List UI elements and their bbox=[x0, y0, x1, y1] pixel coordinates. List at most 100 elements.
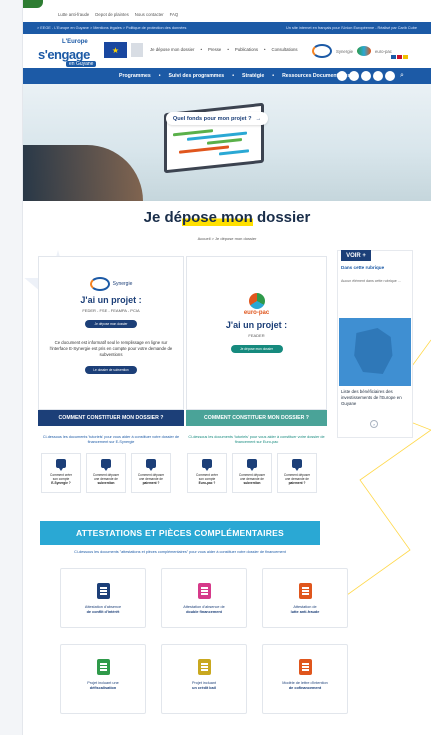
beneficiaries-link-text[interactable]: Liste des bénéficiaires des investisseme… bbox=[341, 389, 409, 407]
synergie-depose-button[interactable]: Je dépose mon dossier bbox=[85, 320, 137, 328]
voir-plus-badge[interactable]: VOIR + bbox=[341, 250, 371, 261]
flag-es-icon[interactable] bbox=[403, 55, 408, 59]
subnav-depose[interactable]: Je dépose mon dossier bbox=[150, 47, 194, 52]
search-icon[interactable]: ⌕ bbox=[397, 71, 407, 81]
chat-icon bbox=[202, 459, 212, 471]
attestation-card[interactable]: Projet incluant une défiscalisation bbox=[60, 644, 146, 714]
document-icon bbox=[96, 659, 110, 675]
top-link-faq[interactable]: FAQ bbox=[170, 12, 179, 17]
twitter-icon[interactable] bbox=[349, 71, 359, 81]
logo-line-2[interactable]: s'engage bbox=[38, 47, 90, 62]
nav-item-programmes[interactable]: Programmes bbox=[119, 73, 151, 79]
synergie-card-logo: Synergie bbox=[47, 277, 175, 291]
document-icon bbox=[197, 583, 211, 599]
tutorial-card[interactable]: Comment déposer une demande de paiement ? bbox=[131, 453, 171, 493]
attestation-label: Projet incluant une bbox=[87, 681, 119, 685]
tutorial-card[interactable]: Comment créer son compte E-Synergie ? bbox=[41, 453, 81, 493]
tutorial-label: E-Synergie ? bbox=[51, 481, 71, 486]
subnav-publications[interactable]: Publications bbox=[235, 47, 258, 52]
synergie-card-logo-label: Synergie bbox=[112, 281, 133, 287]
tutorial-card[interactable]: Comment déposer une demande de subvention bbox=[232, 453, 272, 493]
facebook-icon[interactable] bbox=[337, 71, 347, 81]
attestation-label: Attestation de bbox=[293, 605, 317, 609]
synergie-card: Synergie J'ai un projet : FEDER - FSE - … bbox=[38, 256, 184, 410]
partner-logos: Synergie euro-pac bbox=[312, 44, 392, 58]
subnav-consultations[interactable]: Consultations bbox=[272, 47, 298, 52]
chat-icon bbox=[247, 459, 257, 471]
europac-logo-label: euro-pac bbox=[374, 48, 392, 54]
tutorial-label: subvention bbox=[97, 481, 115, 486]
tutorial-card[interactable]: Comment déposer une demande de paiement ? bbox=[277, 453, 317, 493]
attestation-label: Attestation d'absence de bbox=[183, 605, 225, 609]
europac-depose-button[interactable]: Je dépose mon dossier bbox=[230, 345, 283, 353]
synergie-howto-band: COMMENT CONSTITUER MON DOSSIER ? bbox=[38, 410, 184, 426]
attestation-card[interactable]: Attestation de lutte anti-fraude bbox=[262, 568, 348, 628]
nav-sep: • bbox=[158, 73, 161, 79]
attestation-label: Modèle de lettre d'intention bbox=[282, 681, 328, 685]
europac-card-logo-label: euro-pac bbox=[243, 310, 270, 316]
top-link-plaintes[interactable]: Depot de plaintes bbox=[95, 12, 128, 17]
europac-tutorials: Comment créer son compte Euro-pac ? Commen… bbox=[187, 453, 317, 493]
utility-left-links[interactable]: > EEGE - L'Europe en Guyane > Mentions l… bbox=[37, 26, 186, 30]
linkedin-icon[interactable] bbox=[385, 71, 395, 81]
nav-item-strategie[interactable]: Stratégie bbox=[242, 73, 264, 79]
tutorial-card[interactable]: Comment créer son compte Euro-pac ? bbox=[187, 453, 227, 493]
chevron-right-icon[interactable]: › bbox=[370, 420, 378, 428]
attestation-card[interactable]: Projet incluant un crédit bail bbox=[161, 644, 247, 714]
utility-right-text: Un site internet en français pour l'Unio… bbox=[286, 26, 417, 30]
document-icon bbox=[298, 659, 312, 675]
nav-sep: • bbox=[272, 73, 275, 79]
subnav-sep: • bbox=[264, 47, 266, 52]
eu-flag-icon: ★ bbox=[104, 42, 127, 58]
tutorial-label: paiement ? bbox=[288, 481, 306, 486]
attestations-title: ATTESTATIONS ET PIÈCES COMPLÉMENTAIRES bbox=[40, 521, 320, 545]
youtube-icon[interactable] bbox=[361, 71, 371, 81]
synergie-card-title: J'ai un projet : bbox=[80, 295, 142, 305]
aside-empty-text: Aucun élément dans cette rubrique ... bbox=[341, 279, 401, 283]
europac-logo-icon[interactable] bbox=[356, 46, 371, 56]
top-link-contact[interactable]: Nous contacter bbox=[135, 12, 164, 17]
document-icon bbox=[197, 659, 211, 675]
nav-item-suivi[interactable]: Suivi des programmes bbox=[169, 73, 225, 79]
top-links: Lutte anti-fraude Depot de plaintes Nous… bbox=[58, 12, 178, 17]
attestation-label-bold: de cofinancement bbox=[288, 686, 322, 691]
europac-howto-band: COMMENT CONSTITUER MON DOSSIER ? bbox=[186, 410, 327, 426]
attestation-card[interactable]: Attestation d'absence de double financeme… bbox=[161, 568, 247, 628]
logo-line-1: L'Europe bbox=[62, 39, 88, 45]
synergie-tutorials: Comment créer son compte E-Synergie ? Comm… bbox=[41, 453, 171, 493]
attestation-label-bold: de conflit d'intérêt bbox=[86, 610, 120, 615]
chat-icon bbox=[146, 459, 156, 471]
arrow-right-icon: → bbox=[255, 115, 262, 122]
breadcrumb[interactable]: Accueil > Je dépose mon dossier bbox=[23, 236, 431, 241]
europac-card-subtitle: FEADER bbox=[248, 333, 265, 338]
tutorial-label: subvention bbox=[243, 481, 261, 486]
synergie-info-text: Ce document est informatif seul le rempl… bbox=[49, 340, 173, 358]
chat-icon bbox=[292, 459, 302, 471]
document-icon bbox=[96, 583, 110, 599]
top-link-anti-fraude[interactable]: Lutte anti-fraude bbox=[58, 12, 89, 17]
attestation-label-bold: lutte anti-fraude bbox=[290, 610, 320, 615]
synergie-logo-icon[interactable] bbox=[312, 44, 332, 58]
synergie-card-subtitle: FEDER - FSE - FEAMPA - PCIA bbox=[82, 308, 140, 313]
chat-icon bbox=[101, 459, 111, 471]
social-icons: ⌕ bbox=[337, 71, 407, 81]
synergie-dossier-button[interactable]: Le dossier de subvention bbox=[85, 365, 137, 374]
chat-icon bbox=[56, 459, 66, 471]
logo-line-3: en Guyane bbox=[66, 61, 97, 67]
left-sidebar-strip bbox=[0, 0, 23, 735]
attestations-subtitle: Ci-dessous les documents "attestations e… bbox=[74, 550, 286, 554]
document-icon bbox=[298, 583, 312, 599]
subnav-presse[interactable]: Presse bbox=[208, 47, 221, 52]
page-title-part-3: dossier bbox=[252, 209, 311, 226]
instagram-icon[interactable] bbox=[373, 71, 383, 81]
attestation-label-bold: un crédit bail bbox=[192, 686, 216, 691]
flag-fr-icon[interactable] bbox=[391, 55, 396, 59]
synergie-logo-icon bbox=[89, 277, 110, 291]
fund-finder-button[interactable]: Quel fonds pour mon projet ? → bbox=[166, 112, 268, 125]
europac-card-title: J'ai un projet : bbox=[225, 320, 288, 330]
flag-en-icon[interactable] bbox=[397, 55, 402, 59]
tutorial-card[interactable]: Comment déposer une demande de subvention bbox=[86, 453, 126, 493]
region-logo-icon bbox=[131, 43, 143, 57]
attestation-card[interactable]: Modèle de lettre d'intention de cofinance… bbox=[262, 644, 348, 714]
attestation-card[interactable]: Attestation d'absence de conflit d'intérê… bbox=[60, 568, 146, 628]
